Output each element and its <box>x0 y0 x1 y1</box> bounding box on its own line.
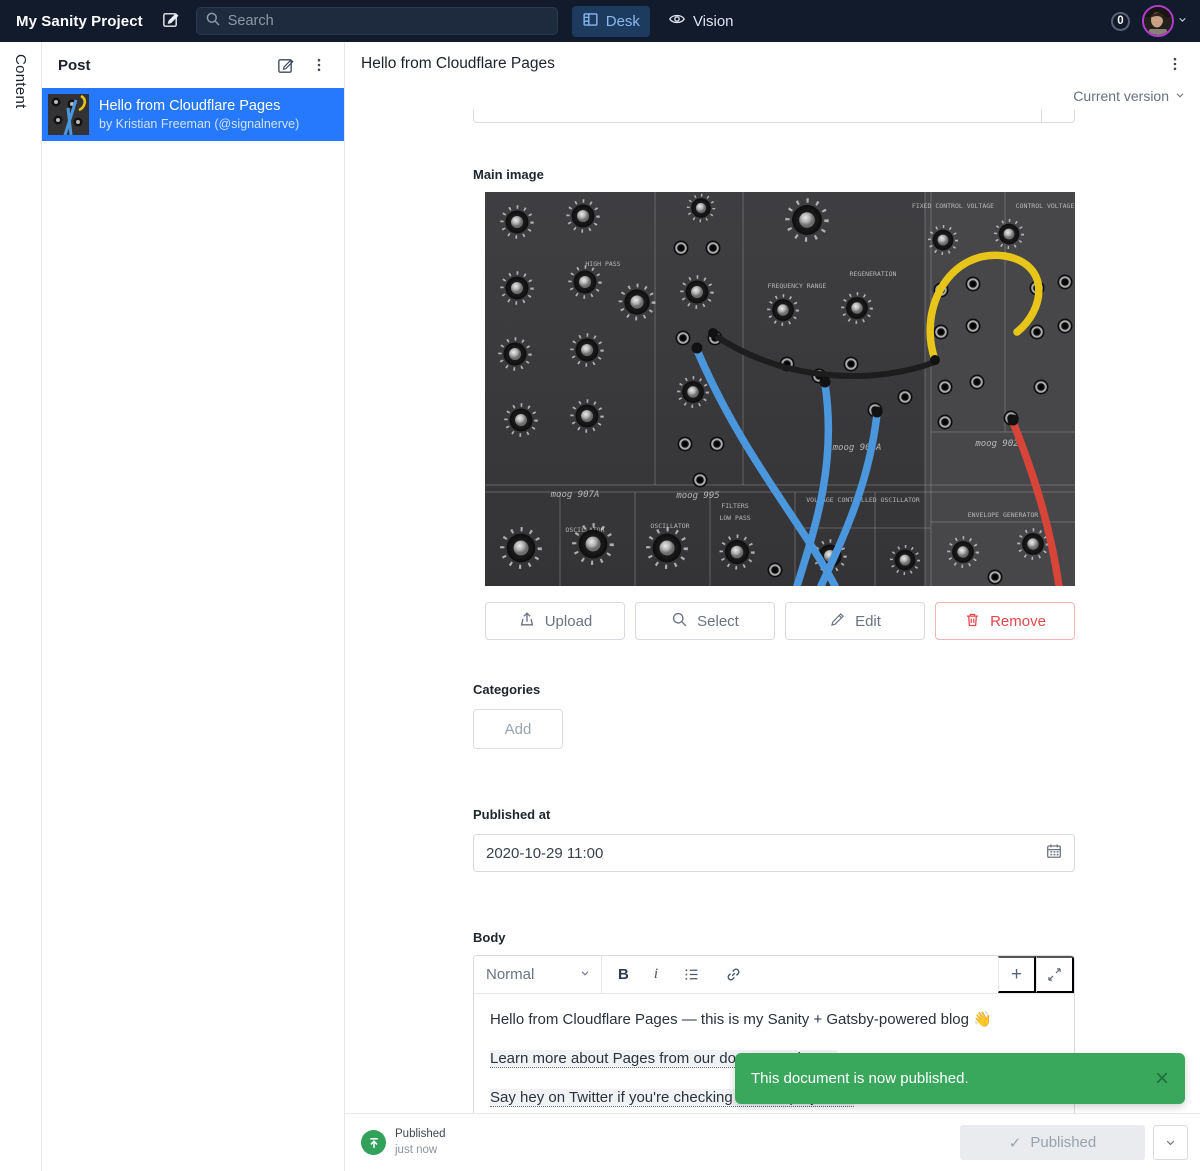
chevron-down-icon <box>1177 12 1188 30</box>
document-footer: Published just now ✓ Published <box>345 1113 1200 1171</box>
publish-menu-chevron-button[interactable] <box>1153 1125 1188 1160</box>
document-editor-pane: Hello from Cloudflare Pages Current vers… <box>345 42 1200 1171</box>
svg-text:LOW PASS: LOW PASS <box>719 514 750 522</box>
edit-button[interactable]: Edit <box>785 602 925 640</box>
global-search[interactable] <box>196 7 558 35</box>
publish-status-icon <box>361 1130 386 1155</box>
svg-text:OSCILLATOR: OSCILLATOR <box>650 522 689 530</box>
pencil-icon <box>829 611 846 632</box>
close-icon[interactable]: × <box>1155 1067 1169 1091</box>
toast-notification: This document is now published. × <box>735 1053 1185 1104</box>
publish-status-title: Published <box>395 1127 446 1143</box>
upload-button[interactable]: Upload <box>485 602 625 640</box>
tab-vision[interactable]: Vision <box>658 5 744 37</box>
version-label: Current version <box>1073 88 1169 104</box>
document-header: Hello from Cloudflare Pages Current vers… <box>345 42 1200 110</box>
navbar-right: 0 <box>1109 5 1188 37</box>
workspace: Content Post Hello from Cloudflare Pages… <box>0 42 1200 1171</box>
eye-icon <box>668 10 686 32</box>
svg-text:FIXED CONTROL VOLTAGE: FIXED CONTROL VOLTAGE <box>912 202 994 210</box>
sanity-studio-app: My Sanity Project Desk Vision 0 <box>0 0 1200 1171</box>
toast-message: This document is now published. <box>751 1070 969 1087</box>
published-at-field <box>473 834 1075 872</box>
document-menu-kebab-icon[interactable] <box>1160 49 1190 79</box>
top-navbar: My Sanity Project Desk Vision 0 <box>0 0 1200 42</box>
text-style-value: Normal <box>486 966 534 983</box>
svg-text:FILTERS: FILTERS <box>721 502 748 510</box>
svg-text:ENVELOPE GENERATOR: ENVELOPE GENERATOR <box>968 511 1039 519</box>
trash-icon <box>964 611 981 632</box>
check-icon: ✓ <box>1009 1134 1022 1152</box>
create-new-document-button[interactable] <box>270 50 300 80</box>
publish-button-label: Published <box>1030 1134 1096 1151</box>
publish-status-time: just now <box>395 1143 446 1159</box>
body-label: Body <box>473 930 1075 945</box>
sidebar-rail: Content <box>0 42 42 1171</box>
select-button[interactable]: Select <box>635 602 775 640</box>
clipped-field-input[interactable] <box>473 110 1075 123</box>
main-image-label: Main image <box>473 167 1075 182</box>
select-label: Select <box>697 613 739 630</box>
remove-button[interactable]: Remove <box>935 602 1075 640</box>
body-paragraph: Hello from Cloudflare Pages — this is my… <box>490 1009 1058 1031</box>
tab-desk-label: Desk <box>606 13 640 30</box>
italic-button[interactable]: i <box>654 966 658 983</box>
search-icon <box>205 11 221 32</box>
upload-icon <box>518 610 536 632</box>
insert-block-plus-button[interactable]: + <box>998 956 1036 993</box>
list-pane-title: Post <box>58 57 91 74</box>
rail-content-label[interactable]: Content <box>12 54 29 1171</box>
list-item-subtitle: by Kristian Freeman (@signalnerve) <box>99 116 299 132</box>
user-menu[interactable] <box>1142 5 1188 37</box>
list-item-thumbnail <box>48 94 89 135</box>
document-title: Hello from Cloudflare Pages <box>361 55 555 73</box>
tab-desk[interactable]: Desk <box>572 6 650 37</box>
fullscreen-expand-icon[interactable] <box>1036 956 1074 993</box>
remove-label: Remove <box>990 613 1046 630</box>
text-style-selector[interactable]: Normal <box>474 956 602 993</box>
published-at-input[interactable] <box>486 845 1045 862</box>
new-document-button[interactable] <box>161 10 180 32</box>
notifications-badge[interactable]: 0 <box>1109 10 1132 33</box>
list-item-title: Hello from Cloudflare Pages <box>99 97 299 116</box>
search-icon <box>671 611 688 632</box>
svg-text:moog 995: moog 995 <box>675 491 719 501</box>
compose-icon <box>161 10 180 32</box>
svg-text:moog 907A: moog 907A <box>550 490 600 500</box>
publish-button[interactable]: ✓ Published <box>960 1125 1145 1160</box>
list-item-post[interactable]: Hello from Cloudflare Pages by Kristian … <box>42 88 344 141</box>
categories-label: Categories <box>473 682 1075 697</box>
project-title: My Sanity Project <box>16 13 143 30</box>
add-category-button[interactable]: Add <box>473 709 563 749</box>
bold-button[interactable]: B <box>618 966 629 983</box>
desk-icon <box>582 11 599 32</box>
document-list-pane: Post Hello from Cloudflare Pages by Kris… <box>42 42 345 1171</box>
svg-text:REGENERATION: REGENERATION <box>850 270 897 278</box>
svg-text:FREQUENCY RANGE: FREQUENCY RANGE <box>768 282 827 290</box>
document-form-scroll[interactable]: Main image <box>345 110 1200 1171</box>
chevron-down-icon <box>1174 88 1186 104</box>
tab-vision-label: Vision <box>693 13 734 30</box>
edit-label: Edit <box>855 613 881 630</box>
svg-text:moog 902: moog 902 <box>974 439 1018 449</box>
chevron-down-icon <box>579 966 591 983</box>
avatar <box>1142 5 1174 37</box>
svg-text:CONTROL VOLTAGE: CONTROL VOLTAGE <box>1016 202 1075 210</box>
calendar-icon[interactable] <box>1045 842 1063 865</box>
tool-tabs: Desk Vision <box>572 5 744 37</box>
bullet-list-icon[interactable] <box>683 966 700 983</box>
main-image-photo[interactable]: HIGH PASS FREQUENCY RANGE REGENERATION F… <box>485 192 1075 586</box>
search-input[interactable] <box>228 13 549 29</box>
image-actions: Upload Select Edit Remove <box>485 602 1075 640</box>
upload-label: Upload <box>545 613 593 630</box>
link-icon[interactable] <box>725 966 742 983</box>
svg-text:HIGH PASS: HIGH PASS <box>585 260 620 268</box>
editor-toolbar: Normal B i + <box>474 956 1074 994</box>
list-menu-kebab-icon[interactable] <box>304 50 334 80</box>
version-selector[interactable]: Current version <box>1073 88 1186 104</box>
published-at-label: Published at <box>473 807 1075 822</box>
list-pane-header: Post <box>42 42 344 88</box>
